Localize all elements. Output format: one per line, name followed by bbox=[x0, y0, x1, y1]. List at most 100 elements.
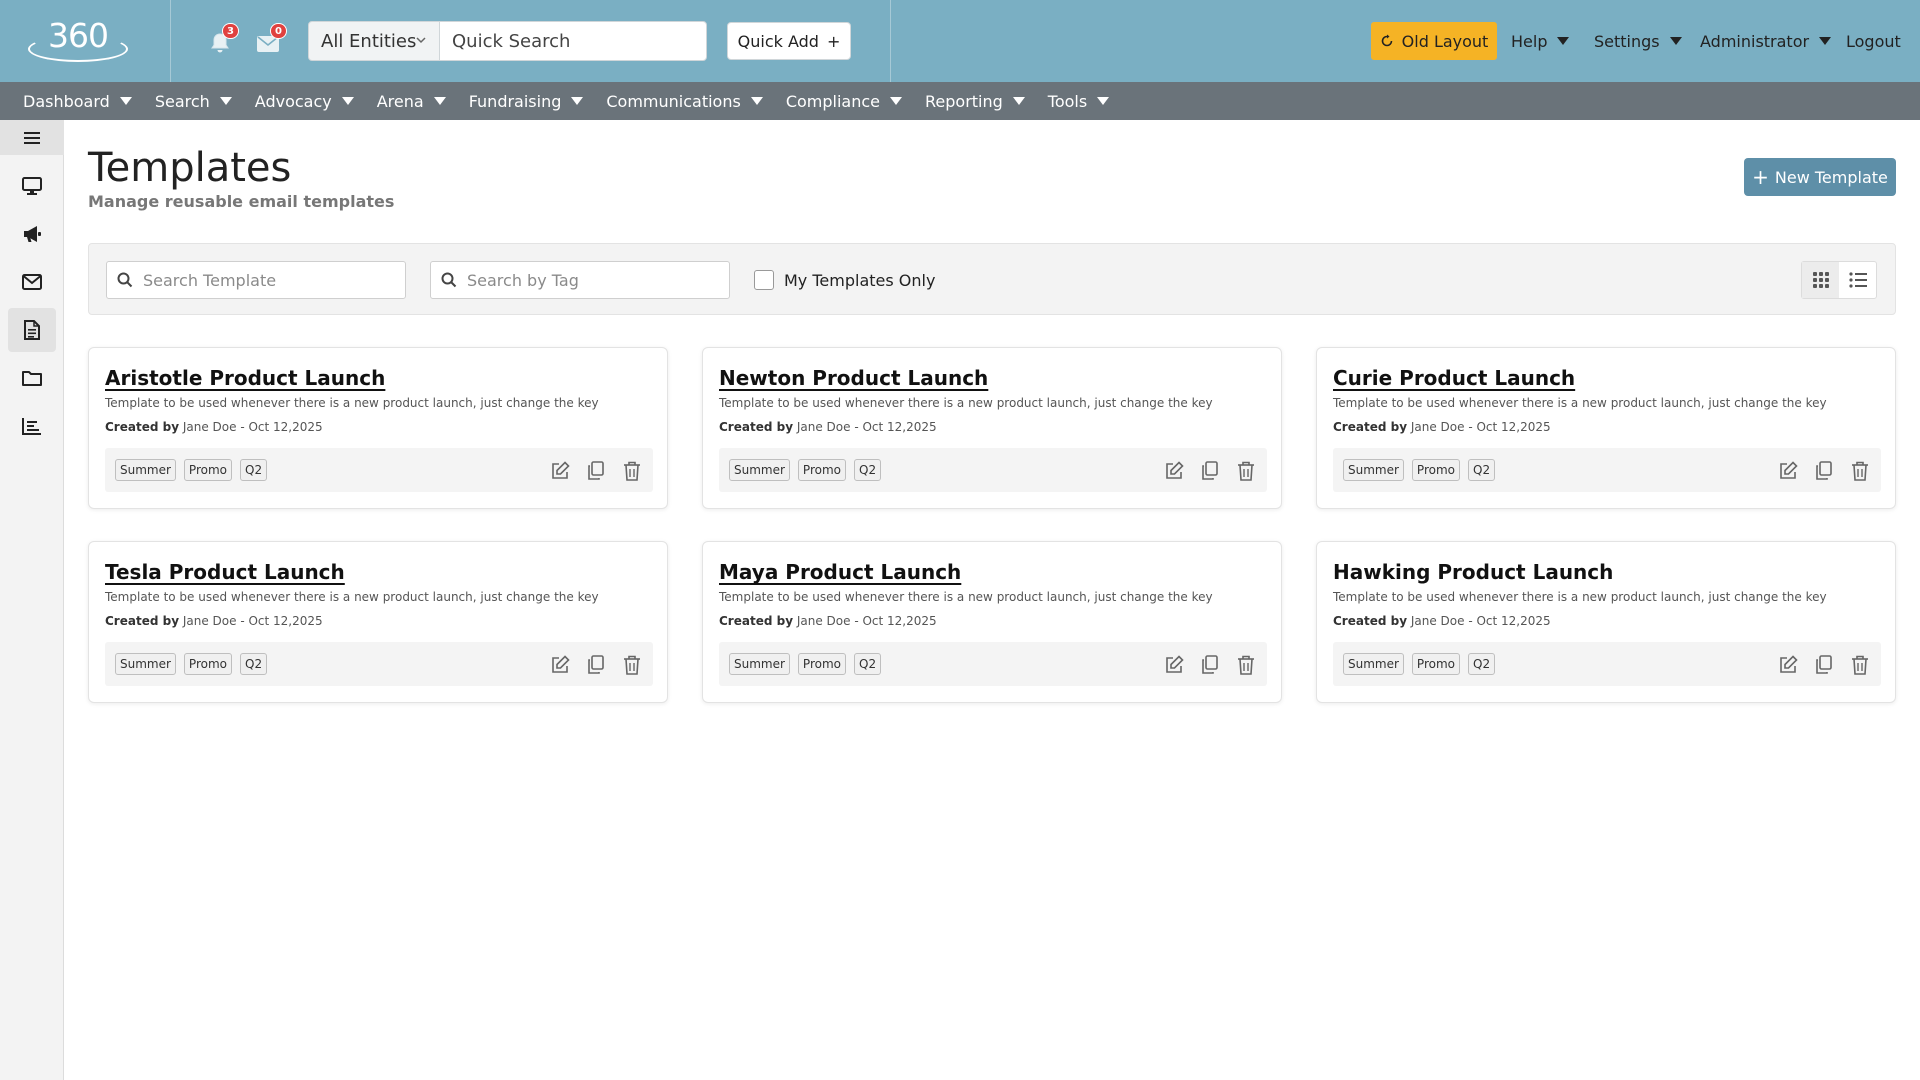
messages-button[interactable]: 0 bbox=[253, 23, 287, 59]
edit-icon bbox=[1166, 655, 1184, 673]
delete-button[interactable] bbox=[619, 652, 645, 678]
template-card[interactable]: Hawking Product Launch Template to be us… bbox=[1316, 541, 1896, 703]
template-title[interactable]: Newton Product Launch bbox=[719, 366, 988, 390]
nav-fundraising[interactable]: Fundraising bbox=[469, 92, 584, 111]
nav-tools[interactable]: Tools bbox=[1048, 92, 1110, 111]
template-tag[interactable]: Summer bbox=[115, 653, 176, 675]
edit-button[interactable] bbox=[547, 458, 573, 484]
template-tag[interactable]: Promo bbox=[1411, 653, 1460, 675]
quick-add-button[interactable]: Quick Add + bbox=[727, 22, 851, 60]
template-tag[interactable]: Summer bbox=[729, 459, 790, 481]
template-title[interactable]: Curie Product Launch bbox=[1333, 366, 1575, 390]
duplicate-button[interactable] bbox=[1197, 458, 1223, 484]
delete-button[interactable] bbox=[1233, 652, 1259, 678]
sidebar-item-advocacy[interactable] bbox=[8, 212, 56, 256]
template-tag[interactable]: Promo bbox=[797, 653, 846, 675]
template-tags: Summer Promo Q2 bbox=[729, 459, 882, 481]
created-by-value: Jane Doe - Oct 12,2025 bbox=[1410, 614, 1551, 628]
template-created-by: Created by Jane Doe - Oct 12,2025 bbox=[105, 420, 323, 434]
edit-button[interactable] bbox=[1775, 458, 1801, 484]
template-tag[interactable]: Promo bbox=[797, 459, 846, 481]
logout-link[interactable]: Logout bbox=[1846, 22, 1901, 60]
trash-icon bbox=[1852, 655, 1868, 675]
template-tag[interactable]: Q2 bbox=[240, 653, 268, 675]
edit-button[interactable] bbox=[1161, 652, 1187, 678]
template-title[interactable]: Tesla Product Launch bbox=[105, 560, 345, 584]
template-card[interactable]: Aristotle Product Launch Template to be … bbox=[88, 347, 668, 509]
template-card[interactable]: Newton Product Launch Template to be use… bbox=[702, 347, 1282, 509]
logo-ring bbox=[28, 36, 128, 62]
entity-select[interactable]: All Entities bbox=[308, 21, 440, 61]
caret-down-icon bbox=[750, 97, 763, 105]
created-by-label: Created by bbox=[105, 614, 180, 628]
template-tag[interactable]: Promo bbox=[1411, 459, 1460, 481]
nav-communications[interactable]: Communications bbox=[606, 92, 763, 111]
duplicate-button[interactable] bbox=[1811, 458, 1837, 484]
help-label: Help bbox=[1511, 31, 1548, 51]
template-created-by: Created by Jane Doe - Oct 12,2025 bbox=[1333, 614, 1551, 628]
sidebar-item-email[interactable] bbox=[8, 260, 56, 304]
template-card[interactable]: Tesla Product Launch Template to be used… bbox=[88, 541, 668, 703]
grid-view-button[interactable] bbox=[1802, 262, 1839, 298]
search-tag-input[interactable] bbox=[467, 262, 722, 298]
template-tag[interactable]: Summer bbox=[729, 653, 790, 675]
template-card[interactable]: Curie Product Launch Template to be used… bbox=[1316, 347, 1896, 509]
delete-button[interactable] bbox=[1233, 458, 1259, 484]
search-template-input[interactable] bbox=[143, 262, 398, 298]
caret-down-icon bbox=[433, 97, 446, 105]
trash-icon bbox=[1238, 655, 1254, 675]
my-templates-checkbox[interactable] bbox=[754, 270, 774, 290]
copy-icon bbox=[588, 655, 604, 674]
nav-compliance[interactable]: Compliance bbox=[786, 92, 903, 111]
template-created-by: Created by Jane Doe - Oct 12,2025 bbox=[1333, 420, 1551, 434]
duplicate-button[interactable] bbox=[1197, 652, 1223, 678]
new-template-button[interactable]: + New Template bbox=[1744, 158, 1896, 196]
edit-button[interactable] bbox=[1161, 458, 1187, 484]
nav-search[interactable]: Search bbox=[155, 92, 232, 111]
main-nav: Dashboard Search Advocacy Arena Fundrais… bbox=[0, 82, 1920, 120]
nav-advocacy[interactable]: Advocacy bbox=[255, 92, 354, 111]
edit-button[interactable] bbox=[547, 652, 573, 678]
sidebar-item-templates[interactable] bbox=[8, 308, 56, 352]
messages-badge: 0 bbox=[270, 23, 287, 39]
nav-arena[interactable]: Arena bbox=[377, 92, 446, 111]
plus-icon: + bbox=[1752, 165, 1769, 189]
notifications-button[interactable]: 3 bbox=[205, 23, 239, 59]
template-tag[interactable]: Q2 bbox=[1468, 459, 1496, 481]
template-title[interactable]: Aristotle Product Launch bbox=[105, 366, 385, 390]
template-tag[interactable]: Promo bbox=[183, 459, 232, 481]
old-layout-button[interactable]: Old Layout bbox=[1371, 22, 1497, 60]
template-card[interactable]: Maya Product Launch Template to be used … bbox=[702, 541, 1282, 703]
delete-button[interactable] bbox=[1847, 652, 1873, 678]
template-title[interactable]: Maya Product Launch bbox=[719, 560, 961, 584]
template-tag[interactable]: Summer bbox=[115, 459, 176, 481]
sidebar-toggle[interactable] bbox=[0, 120, 64, 155]
delete-button[interactable] bbox=[619, 458, 645, 484]
template-tag[interactable]: Q2 bbox=[1468, 653, 1496, 675]
template-tag[interactable]: Q2 bbox=[240, 459, 268, 481]
duplicate-button[interactable] bbox=[583, 458, 609, 484]
template-tag[interactable]: Q2 bbox=[854, 459, 882, 481]
delete-button[interactable] bbox=[1847, 458, 1873, 484]
sidebar-item-files[interactable] bbox=[8, 356, 56, 400]
app-logo[interactable]: 360 bbox=[28, 14, 132, 62]
template-tag[interactable]: Summer bbox=[1343, 459, 1404, 481]
quick-search-input[interactable] bbox=[439, 21, 707, 61]
my-templates-filter[interactable]: My Templates Only bbox=[754, 270, 935, 290]
sidebar-item-reports[interactable] bbox=[8, 404, 56, 448]
duplicate-button[interactable] bbox=[1811, 652, 1837, 678]
nav-dashboard[interactable]: Dashboard bbox=[23, 92, 132, 111]
edit-button[interactable] bbox=[1775, 652, 1801, 678]
template-title[interactable]: Hawking Product Launch bbox=[1333, 560, 1613, 584]
sidebar-item-dashboard[interactable] bbox=[8, 164, 56, 208]
user-menu[interactable]: Administrator bbox=[1700, 22, 1832, 60]
help-menu[interactable]: Help bbox=[1511, 22, 1570, 60]
duplicate-button[interactable] bbox=[583, 652, 609, 678]
template-tag[interactable]: Q2 bbox=[854, 653, 882, 675]
template-tag[interactable]: Summer bbox=[1343, 653, 1404, 675]
list-view-button[interactable] bbox=[1839, 262, 1876, 298]
settings-menu[interactable]: Settings bbox=[1594, 22, 1682, 60]
template-tag[interactable]: Promo bbox=[183, 653, 232, 675]
nav-reporting[interactable]: Reporting bbox=[925, 92, 1025, 111]
search-icon bbox=[441, 272, 457, 288]
